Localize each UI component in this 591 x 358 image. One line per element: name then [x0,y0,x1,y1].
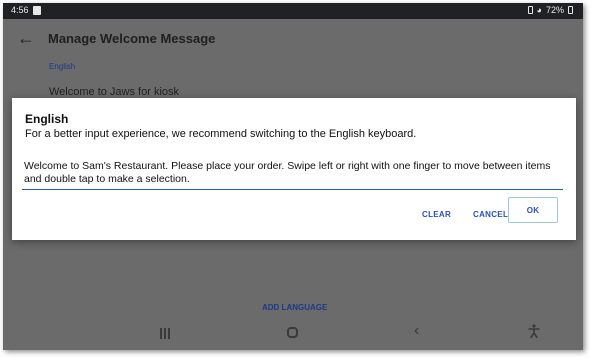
status-right-group: ◕ 72% [527,5,573,15]
add-language-button[interactable]: ADD LANGUAGE [262,303,327,312]
battery-icon [568,6,573,14]
wifi-icon: ◕ [536,5,542,15]
welcome-message-input[interactable]: Welcome to Sam's Restaurant. Please plac… [22,156,563,190]
keyboard-hint: For a better input experience, we recomm… [25,128,417,140]
recents-icon[interactable] [160,328,170,339]
notification-icon [33,6,41,15]
language-section-label: English [49,62,76,71]
page-title: Manage Welcome Message [48,31,216,46]
navigation-bar: ‹ [3,320,583,350]
home-icon[interactable] [287,327,298,338]
ok-button[interactable]: OK [508,197,558,223]
battery-percent: 72% [545,5,564,15]
back-arrow-icon[interactable]: ← [17,27,35,49]
welcome-message-item[interactable]: Welcome to Jaws for kiosk [49,86,179,98]
accessibility-icon[interactable] [528,324,540,343]
clear-button[interactable]: CLEAR [416,209,457,220]
status-bar: 4:56 ◕ 72% [3,3,583,19]
status-time: 4:56 [11,5,29,15]
battery-saver-icon [527,6,533,14]
app-bar: ← Manage Welcome Message [3,19,583,59]
app-window: 4:56 ◕ 72% ← Manage Welcome Message Engl… [3,3,583,350]
dialog-title: English [25,112,69,126]
edit-welcome-dialog: English For a better input experience, w… [12,98,576,240]
nav-back-icon[interactable]: ‹ [414,322,419,340]
